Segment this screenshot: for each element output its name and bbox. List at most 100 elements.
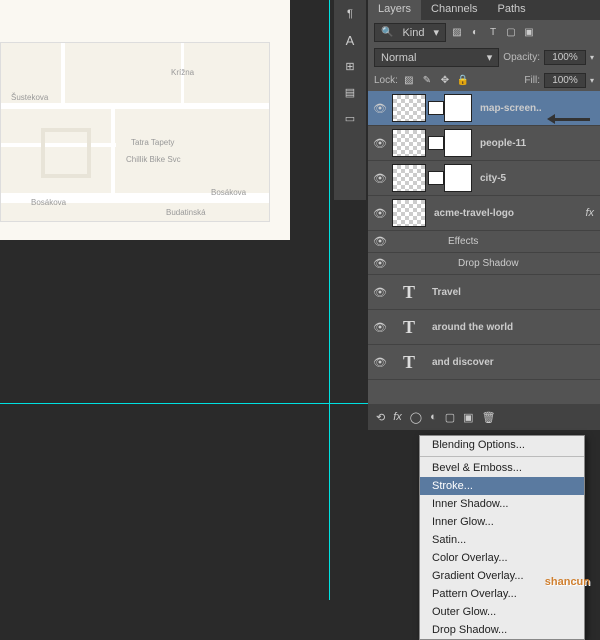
filter-pixel-icon[interactable]: ▨ <box>450 26 464 40</box>
layer-travel[interactable]: 👁 T Travel <box>368 275 600 310</box>
layer-name[interactable]: city-5 <box>474 173 600 184</box>
layer-city[interactable]: 👁 city-5 <box>368 161 600 196</box>
map-label: Bosákova <box>31 198 66 207</box>
new-layer-icon[interactable]: ▣ <box>463 411 473 424</box>
mask-thumb <box>444 164 472 192</box>
opacity-field[interactable]: 100% <box>544 50 586 65</box>
layers-list: 👁 map-screen.. 👁 people-11 👁 city-5 👁 ac… <box>368 91 600 380</box>
layer-logo[interactable]: 👁 acme-travel-logo fx <box>368 196 600 231</box>
menu-outer-glow[interactable]: Outer Glow... <box>420 603 584 621</box>
lock-label: Lock: <box>374 75 398 86</box>
map-label: Budatinská <box>166 208 206 217</box>
canvas-area[interactable]: Krížna Šustekova Tatra Tapety Chillik Bi… <box>0 0 330 404</box>
layer-thumb <box>392 94 426 122</box>
menu-bevel[interactable]: Bevel & Emboss... <box>420 459 584 477</box>
layer-thumb <box>392 164 426 192</box>
layer-name[interactable]: map-screen.. <box>474 103 600 114</box>
filter-smart-icon[interactable]: ▣ <box>522 26 536 40</box>
menu-inner-glow[interactable]: Inner Glow... <box>420 513 584 531</box>
map-label: Tatra Tapety <box>131 138 174 147</box>
filter-adjust-icon[interactable]: ◐ <box>468 26 482 40</box>
tab-channels[interactable]: Channels <box>421 0 487 20</box>
visibility-icon[interactable]: 👁 <box>368 235 392 248</box>
layer-thumb <box>392 199 426 227</box>
tab-paths[interactable]: Paths <box>488 0 536 20</box>
blend-row: Normal▾ Opacity: 100%▾ <box>368 45 600 70</box>
text-layer-icon: T <box>392 282 426 303</box>
visibility-icon[interactable]: 👁 <box>368 286 392 299</box>
blend-mode-select[interactable]: Normal▾ <box>374 48 499 67</box>
lock-row: Lock: ▨ ✎ ✥ 🔒 Fill: 100%▾ <box>368 70 600 91</box>
layer-name: Drop Shadow <box>452 258 600 269</box>
group-icon[interactable]: ▢ <box>445 411 455 424</box>
lock-pos-icon[interactable]: ✥ <box>438 74 452 88</box>
fill-label: Fill: <box>524 75 540 86</box>
paragraph-icon[interactable]: ¶ <box>336 2 364 26</box>
trash-icon[interactable]: 🗑 <box>482 411 496 424</box>
annotation-arrow <box>550 118 590 121</box>
layer-name[interactable]: people-11 <box>474 138 600 149</box>
lock-trans-icon[interactable]: ▨ <box>402 74 416 88</box>
panel-icon[interactable]: ▭ <box>336 106 364 130</box>
layer-name[interactable]: acme-travel-logo <box>428 208 585 219</box>
filter-badge <box>428 171 444 185</box>
menu-inner-shadow[interactable]: Inner Shadow... <box>420 495 584 513</box>
guide-vertical[interactable] <box>329 0 330 600</box>
character-icon[interactable]: A <box>336 28 364 52</box>
map-label: Šustekova <box>11 93 48 102</box>
opacity-label: Opacity: <box>503 52 540 63</box>
fx-context-menu: Blending Options... Bevel & Emboss... St… <box>419 435 585 640</box>
text-layer-icon: T <box>392 352 426 373</box>
mask-thumb <box>444 129 472 157</box>
visibility-icon[interactable]: 👁 <box>368 356 392 369</box>
lock-all-icon[interactable]: 🔒 <box>456 74 470 88</box>
layer-effects[interactable]: 👁 Effects <box>368 231 600 253</box>
glyphs-icon[interactable]: ⊞ <box>336 54 364 78</box>
filter-shape-icon[interactable]: ▢ <box>504 26 518 40</box>
styles-icon[interactable]: ▤ <box>336 80 364 104</box>
map-label: Krížna <box>171 68 194 77</box>
text-layer-icon: T <box>392 317 426 338</box>
lock-pixels-icon[interactable]: ✎ <box>420 74 434 88</box>
map-label: Chillik Bike Svc <box>126 155 181 164</box>
filter-kind-select[interactable]: 🔍Kind▾ <box>374 23 446 42</box>
layer-thumb <box>392 129 426 157</box>
visibility-icon[interactable]: 👁 <box>368 207 392 220</box>
map-image: Krížna Šustekova Tatra Tapety Chillik Bi… <box>0 42 270 222</box>
filter-type-icon[interactable]: T <box>486 26 500 40</box>
layer-discover[interactable]: 👁 T and discover <box>368 345 600 380</box>
menu-color-overlay[interactable]: Color Overlay... <box>420 549 584 567</box>
fx-icon[interactable]: fx <box>393 411 402 423</box>
tab-layers[interactable]: Layers <box>368 0 421 20</box>
layer-around[interactable]: 👁 T around the world <box>368 310 600 345</box>
visibility-icon[interactable]: 👁 <box>368 257 392 270</box>
menu-satin[interactable]: Satin... <box>420 531 584 549</box>
visibility-icon[interactable]: 👁 <box>368 321 392 334</box>
menu-stroke[interactable]: Stroke... <box>420 477 584 495</box>
filter-badge <box>428 136 444 150</box>
watermark: shancun <box>545 569 590 590</box>
filter-row: 🔍Kind▾ ▨ ◐ T ▢ ▣ <box>368 20 600 45</box>
map-label: Bosákova <box>211 188 246 197</box>
layer-people[interactable]: 👁 people-11 <box>368 126 600 161</box>
link-icon[interactable]: ⟲ <box>376 411 385 424</box>
fill-field[interactable]: 100% <box>544 73 586 88</box>
menu-drop-shadow[interactable]: Drop Shadow... <box>420 621 584 639</box>
filter-badge <box>428 101 444 115</box>
layer-name[interactable]: Travel <box>426 287 600 298</box>
mask-icon[interactable]: ◯ <box>410 411 422 424</box>
visibility-icon[interactable]: 👁 <box>368 102 392 115</box>
menu-separator <box>420 456 584 457</box>
layer-name[interactable]: around the world <box>426 322 600 333</box>
visibility-icon[interactable]: 👁 <box>368 137 392 150</box>
layers-panel: Layers Channels Paths 🔍Kind▾ ▨ ◐ T ▢ ▣ N… <box>368 0 600 430</box>
layer-name: Effects <box>442 236 600 247</box>
visibility-icon[interactable]: 👁 <box>368 172 392 185</box>
layers-footer: ⟲ fx ◯ ◐ ▢ ▣ 🗑 <box>368 404 600 430</box>
fill-adj-icon[interactable]: ◐ <box>430 411 437 423</box>
menu-blending-options[interactable]: Blending Options... <box>420 436 584 454</box>
mask-thumb <box>444 94 472 122</box>
layer-dropshadow[interactable]: 👁 Drop Shadow <box>368 253 600 275</box>
fx-badge[interactable]: fx <box>585 207 600 219</box>
layer-name[interactable]: and discover <box>426 357 600 368</box>
